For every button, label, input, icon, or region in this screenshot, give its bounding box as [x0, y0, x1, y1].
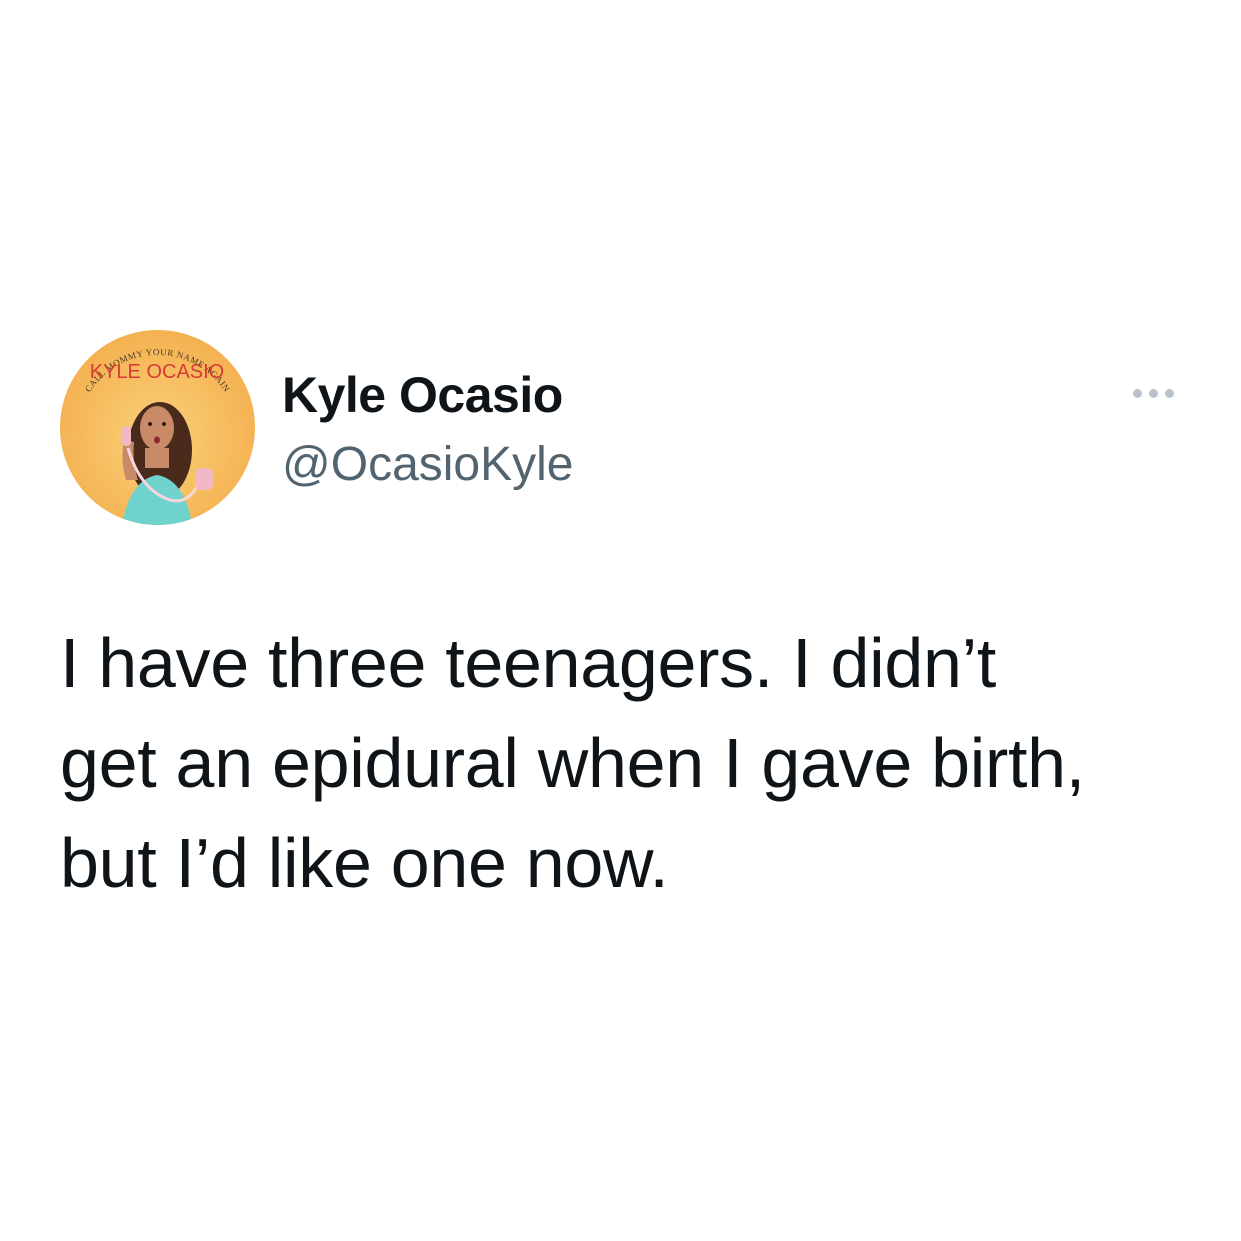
- more-dots-icon: [1149, 389, 1158, 398]
- more-options-button[interactable]: [1128, 378, 1180, 408]
- more-dots-icon: [1133, 389, 1142, 398]
- avatar-image: CALL MOMMY YOUR NAME AGAIN KYLE OCASIO: [83, 347, 232, 525]
- author-avatar[interactable]: CALL MOMMY YOUR NAME AGAIN KYLE OCASIO: [60, 330, 255, 525]
- avatar-title-text: KYLE OCASIO: [90, 361, 225, 383]
- more-dots-icon: [1165, 389, 1174, 398]
- tweet-text: I have three teenagers. I didn’t get an …: [60, 613, 1190, 913]
- author-handle[interactable]: @OcasioKyle: [282, 437, 574, 492]
- tweet-text-line: but I’d like one now.: [60, 824, 669, 902]
- author-display-name[interactable]: Kyle Ocasio: [282, 366, 563, 424]
- tweet-text-line: get an epidural when I gave birth,: [60, 724, 1085, 802]
- tweet-card: CALL MOMMY YOUR NAME AGAIN KYLE OCASIO K…: [0, 0, 1241, 1241]
- tweet-text-line: I have three teenagers. I didn’t: [60, 624, 997, 702]
